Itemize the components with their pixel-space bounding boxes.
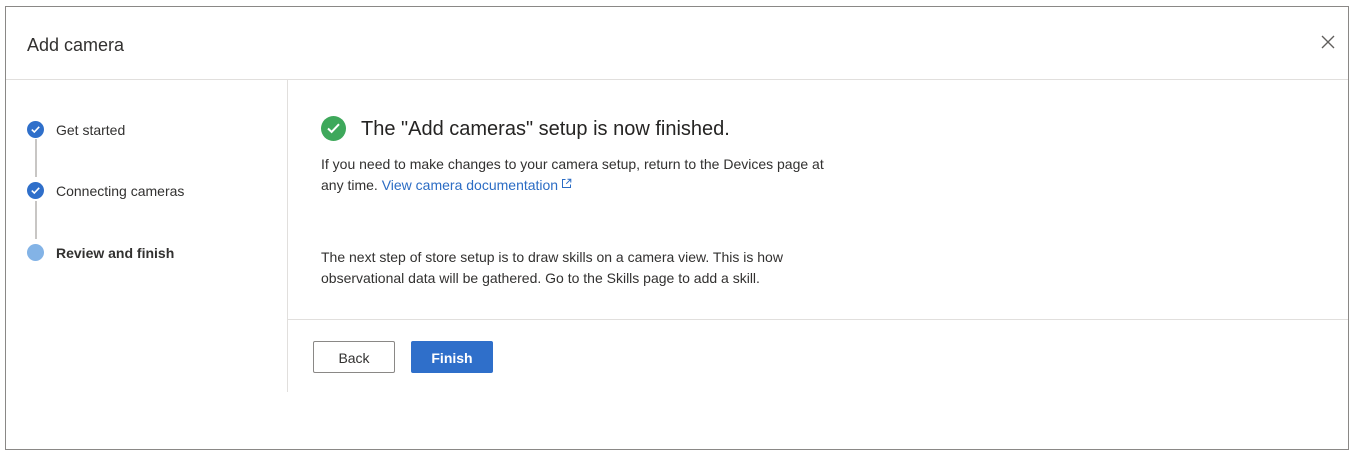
close-icon	[1321, 35, 1335, 49]
view-camera-documentation-link[interactable]: View camera documentation	[382, 177, 572, 193]
step-completed-indicator	[27, 182, 44, 199]
step-connector	[35, 201, 37, 239]
content-pane: The "Add cameras" setup is now finished.…	[288, 80, 1348, 320]
dialog-header: Add camera	[6, 7, 1348, 80]
step-completed-indicator	[27, 121, 44, 138]
close-button[interactable]	[1316, 30, 1340, 54]
dialog-footer: Back Finish	[288, 320, 1348, 392]
add-camera-dialog: Add camera Get started Connecting camera…	[5, 6, 1349, 450]
step-connector	[35, 139, 37, 177]
dialog-title: Add camera	[27, 35, 125, 55]
step-label: Connecting cameras	[56, 183, 185, 199]
current-step-dot	[27, 244, 44, 261]
setup-info-text: If you need to make changes to your came…	[321, 154, 841, 196]
link-label: View camera documentation	[381, 177, 559, 193]
next-step-text: The next step of store setup is to draw …	[321, 249, 783, 286]
external-link-icon	[562, 178, 572, 188]
checkmark-icon	[31, 126, 40, 133]
back-button[interactable]: Back	[313, 341, 395, 373]
success-checkmark-icon	[321, 116, 346, 141]
page-title: The "Add cameras" setup is now finished.	[361, 118, 730, 140]
finish-button[interactable]: Finish	[411, 341, 493, 373]
step-label: Review and finish	[56, 245, 175, 261]
step-label: Get started	[56, 122, 126, 138]
checkmark-icon	[31, 187, 40, 194]
wizard-stepper: Get started Connecting cameras Review an…	[6, 80, 288, 392]
